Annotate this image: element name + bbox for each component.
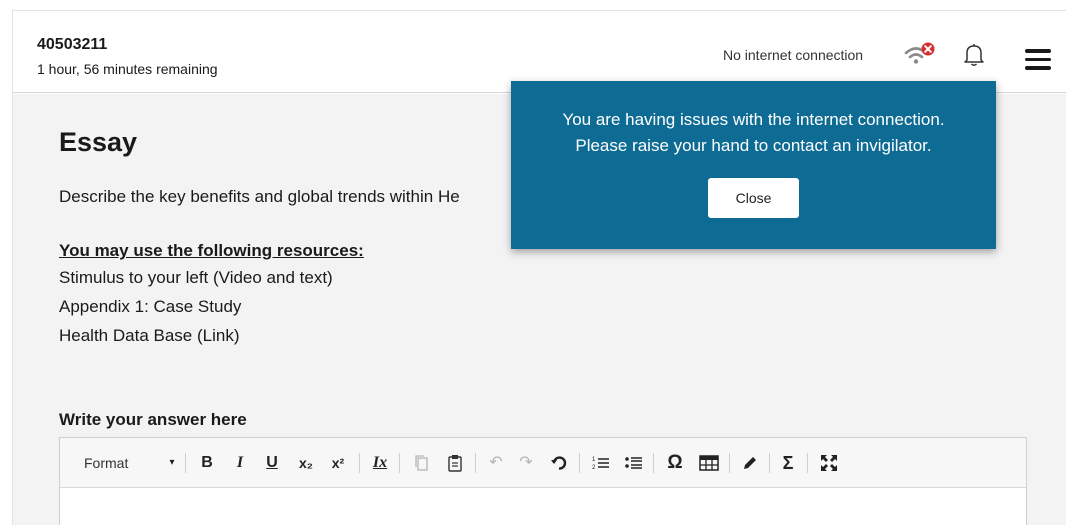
toolbar-divider [769,453,770,473]
rich-text-editor: Format ▾ B I U x₂ x² Ix ↶ ↷ 1 2 Ω Σ [59,437,1027,525]
page-title: Essay [59,127,138,157]
connection-status: No internet connection [723,47,864,63]
connection-error-popup: You are having issues with the internet … [511,81,996,249]
pencil-icon[interactable] [739,451,761,475]
wifi-error-icon[interactable] [903,41,937,67]
resources-heading: You may use the following resources: [59,241,364,260]
italic-button[interactable]: I [230,451,250,475]
special-character-button[interactable]: Ω [663,451,687,475]
subscript-button[interactable]: x₂ [294,451,318,475]
underline-button[interactable]: U [262,451,282,475]
toolbar-divider [185,453,186,473]
editor-toolbar: Format ▾ B I U x₂ x² Ix ↶ ↷ 1 2 Ω Σ [60,438,1026,488]
superscript-button[interactable]: x² [326,451,350,475]
close-button[interactable]: Close [708,178,799,218]
remove-format-button[interactable]: Ix [369,451,391,475]
fullscreen-icon[interactable] [817,451,841,475]
sum-button[interactable]: Σ [777,451,799,475]
toolbar-divider [579,453,580,473]
history-icon[interactable] [547,451,571,475]
resource-health-database-link[interactable]: Health Data Base (Link) [59,326,239,346]
question-text: Describe the key benefits and global tre… [59,187,460,206]
hamburger-menu-icon[interactable] [1025,49,1051,70]
toolbar-divider [359,453,360,473]
bold-button[interactable]: B [197,451,217,475]
toolbar-divider [729,453,730,473]
numbered-list-icon[interactable]: 12 [590,451,612,475]
svg-text:2: 2 [592,465,596,471]
copy-icon[interactable] [409,451,433,475]
paste-icon[interactable] [443,451,467,475]
table-icon[interactable] [697,451,721,475]
time-remaining: 1 hour, 56 minutes remaining [37,61,218,77]
toolbar-divider [653,453,654,473]
popup-message-line2: Please raise your hand to contact an inv… [575,136,932,155]
resource-appendix: Appendix 1: Case Study [59,297,242,316]
chevron-down-icon[interactable]: ▾ [166,451,178,475]
popup-message: You are having issues with the internet … [511,107,996,159]
popup-message-line1: You are having issues with the internet … [562,110,945,129]
redo-button[interactable]: ↷ [515,451,537,475]
svg-text:1: 1 [592,457,596,463]
toolbar-divider [807,453,808,473]
resource-stimulus: Stimulus to your left (Video and text) [59,268,333,287]
format-dropdown[interactable]: Format [84,451,144,475]
bell-icon[interactable] [963,42,985,68]
undo-button[interactable]: ↶ [485,451,507,475]
bulleted-list-icon[interactable] [623,451,645,475]
toolbar-divider [399,453,400,473]
answer-label: Write your answer here [59,410,247,429]
toolbar-divider [475,453,476,473]
exam-id: 40503211 [37,36,108,53]
